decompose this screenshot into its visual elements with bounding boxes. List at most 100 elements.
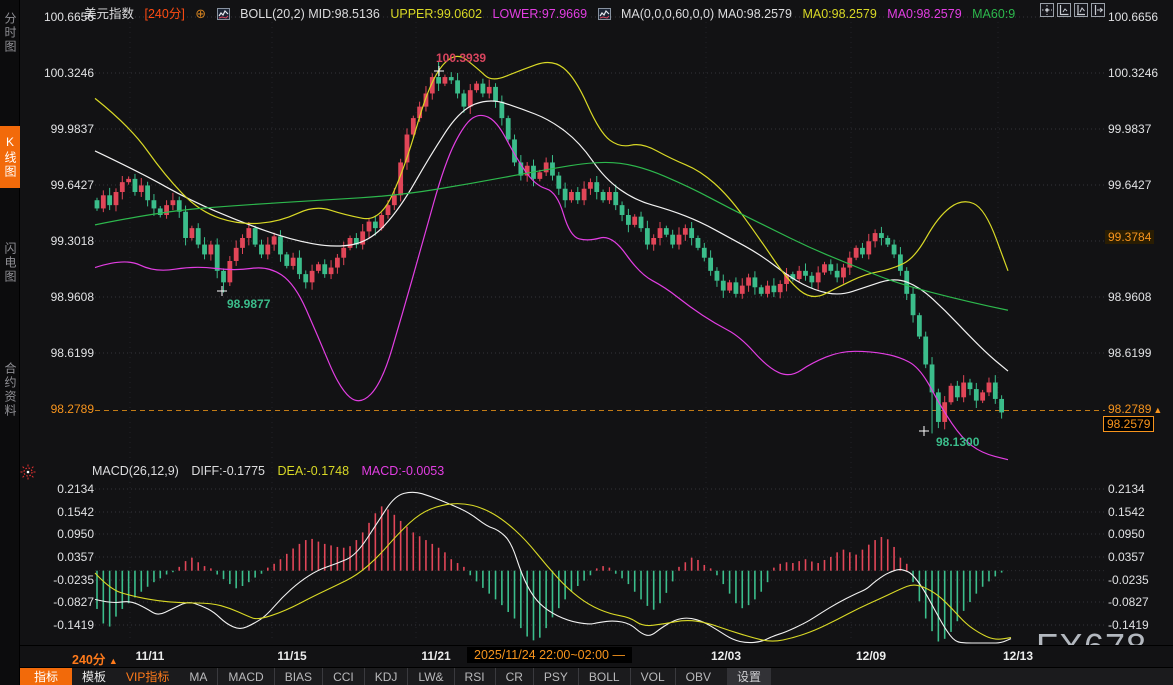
- candle-body: [253, 228, 258, 244]
- toolbar-button-OBV[interactable]: OBV: [675, 668, 721, 685]
- candle-body: [873, 233, 878, 241]
- pan-right-icon[interactable]: [1091, 3, 1105, 17]
- toolbar-button-CR[interactable]: CR: [495, 668, 533, 685]
- toolbar-button-KDJ[interactable]: KDJ: [364, 668, 408, 685]
- toolbar-button-MACD[interactable]: MACD: [217, 668, 273, 685]
- macd-tick-left: -0.0827: [32, 595, 94, 609]
- candle-body: [809, 276, 814, 283]
- candle-body: [613, 192, 618, 205]
- add-indicator-icon[interactable]: ⊕: [195, 6, 206, 21]
- candle-body: [664, 228, 669, 235]
- candle-body: [468, 90, 473, 106]
- candle-body: [645, 228, 650, 244]
- period-badge[interactable]: [240分]: [145, 7, 185, 21]
- candle-body: [240, 238, 245, 248]
- price-tick-right: 98.6199: [1108, 346, 1151, 360]
- candle-body: [594, 182, 599, 192]
- candle-body: [221, 271, 226, 282]
- candle-body: [715, 271, 720, 281]
- price-tick-left: 98.2789: [32, 402, 94, 416]
- candle-body: [797, 271, 802, 279]
- candle-body: [265, 245, 270, 255]
- price-tick-right: 99.6427: [1108, 178, 1151, 192]
- candle-body: [999, 399, 1004, 412]
- candle-body: [696, 238, 701, 248]
- boll-values: BOLL(20,2) MID:98.5136: [240, 7, 380, 21]
- timeframe-selector[interactable]: 240分 ▲: [72, 649, 118, 668]
- candle-body: [582, 189, 587, 200]
- candle-body: [189, 228, 194, 238]
- candle-body: [202, 245, 207, 255]
- candle-body: [145, 185, 150, 200]
- candle-body: [955, 386, 960, 397]
- candle-body: [689, 228, 694, 238]
- sidebar-tab-4[interactable]: 合约资料: [0, 350, 20, 430]
- macd-macd-value: MACD:-0.0053: [362, 464, 445, 478]
- macd-tick-right: -0.0827: [1108, 595, 1149, 609]
- price-tick-left: 99.6427: [32, 178, 94, 192]
- macd-tick-right: 0.0357: [1108, 550, 1145, 564]
- price-up-arrow-icon: ▲: [1153, 405, 1162, 415]
- chart-plot-area[interactable]: [0, 0, 1173, 685]
- toolbar-button-MA[interactable]: MA: [179, 668, 217, 685]
- scale-left-axis-icon[interactable]: [1057, 3, 1071, 17]
- candle-body: [626, 215, 631, 225]
- toolbar-button-指标[interactable]: 指标: [20, 668, 72, 685]
- candle-body: [171, 200, 176, 205]
- candle-body: [677, 235, 682, 245]
- macd-tick-left: 0.0950: [32, 527, 94, 541]
- candle-body: [120, 182, 125, 192]
- candle-body: [949, 386, 954, 402]
- ma0-yellow-value: MA0:98.2579: [802, 7, 876, 21]
- macd-tick-right: 0.0950: [1108, 527, 1145, 541]
- sidebar-tab-3[interactable]: 闪电图: [0, 232, 20, 294]
- boll-indicator-icon[interactable]: [217, 8, 230, 20]
- move-crosshair-icon[interactable]: [1040, 3, 1054, 17]
- candle-body: [892, 245, 897, 255]
- candle-body: [639, 217, 644, 228]
- toolbar-button-PSY[interactable]: PSY: [533, 668, 578, 685]
- ma-indicator-icon[interactable]: [598, 8, 611, 20]
- toolbar-button-BOLL[interactable]: BOLL: [578, 668, 630, 685]
- candle-body: [246, 228, 251, 238]
- price-tick-right: 100.6656: [1108, 10, 1158, 24]
- candle-body: [658, 228, 663, 238]
- toolbar-button-CCI[interactable]: CCI: [322, 668, 364, 685]
- macd-params: MACD(26,12,9): [92, 464, 179, 478]
- candle-body: [879, 233, 884, 238]
- extreme-price-label: 98.1300: [936, 435, 979, 449]
- sidebar-tab-2[interactable]: K线图: [0, 126, 20, 188]
- toolbar-button-RSI[interactable]: RSI: [454, 668, 495, 685]
- price-tick-right: 100.3246: [1108, 66, 1158, 80]
- macd-tick-right: -0.0235: [1108, 573, 1149, 587]
- boll-mid-line: [95, 101, 1008, 371]
- indicator-settings-icon[interactable]: [20, 464, 36, 480]
- scale-right-axis-icon[interactable]: [1074, 3, 1088, 17]
- candle-body: [297, 258, 302, 274]
- candle-body: [575, 192, 580, 200]
- sidebar-tab-1[interactable]: 分时图: [0, 4, 20, 62]
- candle-body: [133, 179, 138, 192]
- candle-body: [816, 272, 821, 282]
- toolbar-button-VIP指标[interactable]: VIP指标: [116, 668, 179, 685]
- last-price-label: 98.2579: [1103, 416, 1154, 432]
- main-chart-canvas[interactable]: [0, 0, 1173, 685]
- candle-body: [917, 315, 922, 336]
- sidebar-tab-rail: 分时图 K线图闪电图合约资料: [0, 0, 20, 685]
- candle-body: [588, 182, 593, 189]
- macd-tick-left: 0.0357: [32, 550, 94, 564]
- toolbar-button-VOL[interactable]: VOL: [630, 668, 675, 685]
- toolbar-button-设置[interactable]: 设置: [727, 668, 771, 685]
- candle-body: [961, 383, 966, 398]
- indicator-header: 美元指数 [240分] ⊕ BOLL(20,2) MID:98.5136 UPP…: [84, 3, 1022, 19]
- candle-body: [923, 337, 928, 365]
- candle-body: [114, 192, 119, 205]
- symbol-name: 美元指数: [84, 7, 134, 21]
- candle-body: [164, 205, 169, 215]
- date-tick: 11/15: [277, 649, 306, 663]
- toolbar-button-BIAS[interactable]: BIAS: [274, 668, 322, 685]
- toolbar-button-LW&[interactable]: LW&: [407, 668, 453, 685]
- toolbar-button-模板[interactable]: 模板: [72, 668, 116, 685]
- candle-body: [854, 248, 859, 258]
- candle-body: [601, 192, 606, 200]
